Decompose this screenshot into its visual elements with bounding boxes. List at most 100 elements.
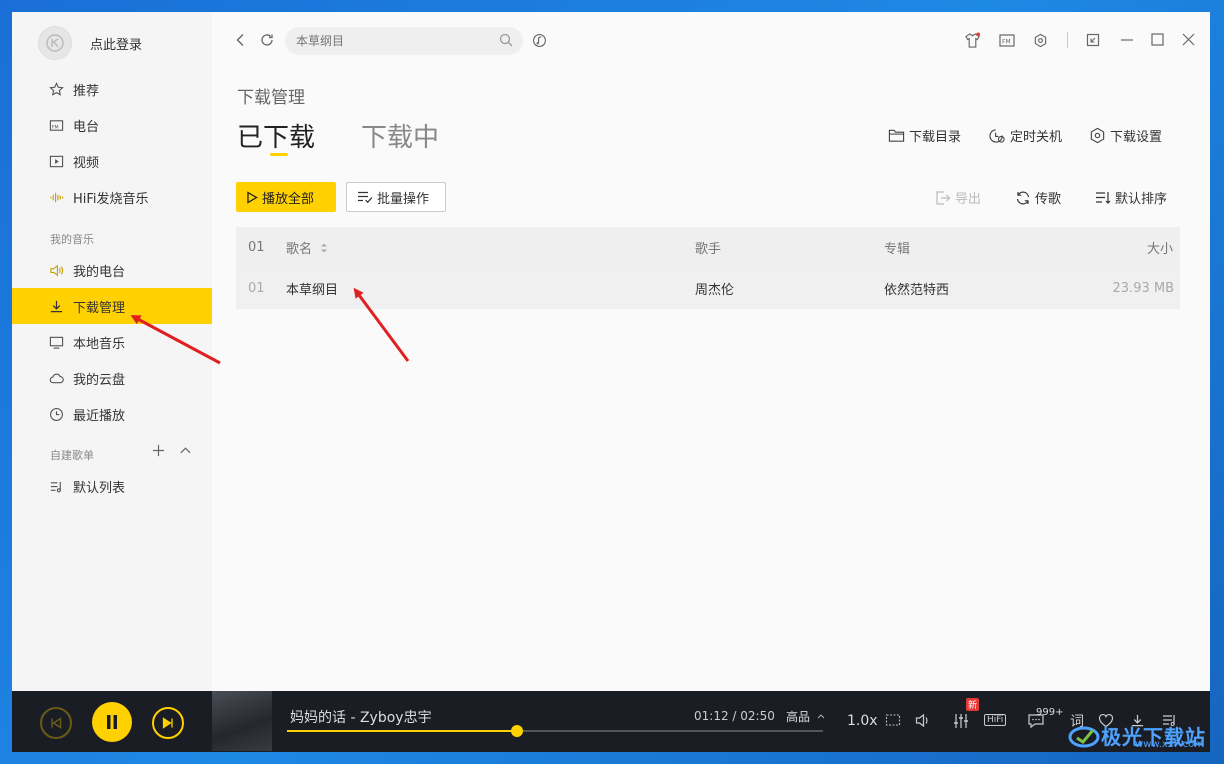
tab-downloaded[interactable]: 已下载 — [237, 117, 315, 154]
star-icon — [48, 81, 64, 97]
sidebar-item-label: 本地音乐 — [73, 336, 126, 352]
sort-toggle-icon[interactable] — [320, 242, 328, 254]
row-size: 23.93 MB — [1112, 280, 1174, 296]
timer-shutdown-button[interactable]: 定时关机 — [989, 126, 1062, 145]
row-num: 01 — [248, 280, 265, 296]
previous-button[interactable] — [40, 707, 72, 739]
mini-mode-icon[interactable] — [1086, 33, 1100, 47]
new-badge: 新 — [966, 698, 980, 711]
previous-icon — [51, 717, 62, 729]
sidebar-item-label: HiFi发烧音乐 — [73, 191, 149, 207]
comment-count-badge: 999+ — [1036, 707, 1064, 718]
page-title: 下载管理 — [237, 88, 305, 108]
watermark-logo-icon — [1068, 726, 1100, 748]
login-link[interactable]: 点此登录 — [90, 34, 142, 53]
settings-icon[interactable] — [1033, 33, 1048, 48]
search-box[interactable] — [285, 27, 523, 55]
active-tab-indicator — [270, 153, 288, 156]
pause-button[interactable] — [92, 702, 132, 742]
sidebar-item-local-music[interactable]: 本地音乐 — [12, 324, 212, 360]
header-name[interactable]: 歌名 — [286, 238, 328, 257]
back-icon[interactable] — [234, 33, 248, 47]
chevron-up-icon — [817, 714, 825, 719]
skin-icon[interactable] — [964, 32, 981, 49]
timer-icon — [989, 127, 1006, 144]
download-icon — [48, 298, 64, 314]
play-icon — [246, 190, 258, 204]
header-size: 大小 — [1146, 241, 1173, 257]
sidebar-item-cloud[interactable]: 我的云盘 — [12, 360, 212, 396]
clock-icon — [48, 406, 64, 422]
svg-text:FM: FM — [1002, 39, 1011, 46]
cloud-icon — [48, 370, 64, 386]
sort-button[interactable]: 默认排序 — [1095, 188, 1167, 207]
hifi-button[interactable]: HiFi — [984, 714, 1007, 726]
progress-bar[interactable] — [287, 725, 823, 737]
playback-speed[interactable]: 1.0x — [847, 713, 878, 729]
section-playlists: 自建歌单 — [50, 449, 94, 462]
quality-selector[interactable]: 高品 — [786, 708, 825, 725]
fm-icon[interactable]: FM — [999, 33, 1015, 48]
search-input[interactable] — [296, 34, 486, 48]
header-album: 专辑 — [884, 241, 911, 257]
maximize-icon[interactable] — [1151, 33, 1164, 46]
sidebar-item-hifi[interactable]: HiFi发烧音乐 — [12, 179, 212, 215]
now-playing-title[interactable]: 妈妈的话 - Zyboy忠宇 — [290, 707, 432, 727]
divider — [1067, 32, 1068, 48]
row-album[interactable]: 依然范特西 — [884, 279, 949, 298]
sidebar-item-label: 下载管理 — [73, 300, 126, 316]
album-cover[interactable] — [212, 691, 272, 751]
table-row[interactable]: 01 本草纲目 周杰伦 依然范特西 23.93 MB — [236, 267, 1180, 309]
soundwave-icon — [48, 189, 64, 205]
sidebar-item-default-list[interactable]: 默认列表 — [12, 468, 212, 504]
download-settings-button[interactable]: 下载设置 — [1089, 126, 1162, 145]
sidebar-item-my-radio[interactable]: 我的电台 — [12, 252, 212, 288]
minimize-icon[interactable] — [1120, 33, 1134, 47]
row-artist[interactable]: 周杰伦 — [695, 279, 734, 298]
add-playlist-icon[interactable] — [152, 443, 165, 461]
tab-downloading[interactable]: 下载中 — [361, 117, 439, 154]
login-area[interactable]: 点此登录 — [38, 26, 142, 60]
sidebar-item-label: 我的云盘 — [73, 372, 126, 388]
sidebar-item-recent[interactable]: 最近播放 — [12, 396, 212, 432]
next-button[interactable] — [152, 707, 184, 739]
sidebar-item-label: 电台 — [73, 119, 100, 135]
volume-icon[interactable] — [915, 713, 932, 728]
svg-text:FM: FM — [51, 124, 58, 130]
playlist-icon — [48, 478, 64, 494]
sidebar-item-radio[interactable]: FM 电台 — [12, 107, 212, 143]
header-artist: 歌手 — [695, 241, 722, 257]
sidebar-item-video[interactable]: 视频 — [12, 143, 212, 179]
collapse-chevron-icon[interactable] — [179, 443, 192, 461]
sidebar-item-label: 推荐 — [73, 83, 100, 99]
download-folder-button[interactable]: 下载目录 — [888, 126, 961, 145]
video-icon — [48, 153, 64, 169]
progress-knob[interactable] — [511, 725, 524, 737]
desktop-lyrics-icon[interactable] — [885, 713, 901, 727]
sort-icon — [1095, 190, 1111, 206]
close-icon[interactable] — [1182, 33, 1195, 46]
player-bar: 妈妈的话 - Zyboy忠宇 01:12 / 02:50 高品 1.0x 新 H… — [12, 691, 1210, 752]
equalizer-icon[interactable] — [953, 713, 969, 729]
watermark: 极光下载站 www.xz7.com — [1067, 720, 1206, 750]
folder-icon — [888, 128, 905, 143]
sidebar-item-label: 我的电台 — [73, 264, 126, 280]
settings-icon — [1089, 127, 1106, 144]
row-song-name[interactable]: 本草纲目 — [286, 279, 338, 298]
music-recognize-icon[interactable] — [532, 33, 547, 48]
sidebar-item-download-manager[interactable]: 下载管理 — [12, 288, 212, 324]
sidebar-item-recommend[interactable]: 推荐 — [12, 71, 212, 107]
top-toolbar: FM — [212, 26, 1210, 58]
table-header: 01 歌名 歌手 专辑 大小 — [236, 227, 1180, 267]
search-icon[interactable] — [499, 33, 513, 50]
batch-operation-button[interactable]: 批量操作 — [346, 182, 446, 212]
refresh-icon[interactable] — [260, 33, 274, 47]
export-button[interactable]: 导出 — [935, 188, 981, 207]
upload-songs-button[interactable]: 传歌 — [1015, 188, 1061, 207]
play-all-button[interactable]: 播放全部 — [236, 182, 336, 212]
avatar[interactable] — [38, 26, 72, 60]
sidebar-item-label: 视频 — [73, 155, 100, 171]
batch-icon — [357, 190, 373, 204]
sync-icon — [1015, 190, 1031, 206]
sidebar: 点此登录 推荐 FM 电台 视频 HiFi发烧音乐 我的音乐 我的电台 下载管理 — [12, 12, 212, 691]
